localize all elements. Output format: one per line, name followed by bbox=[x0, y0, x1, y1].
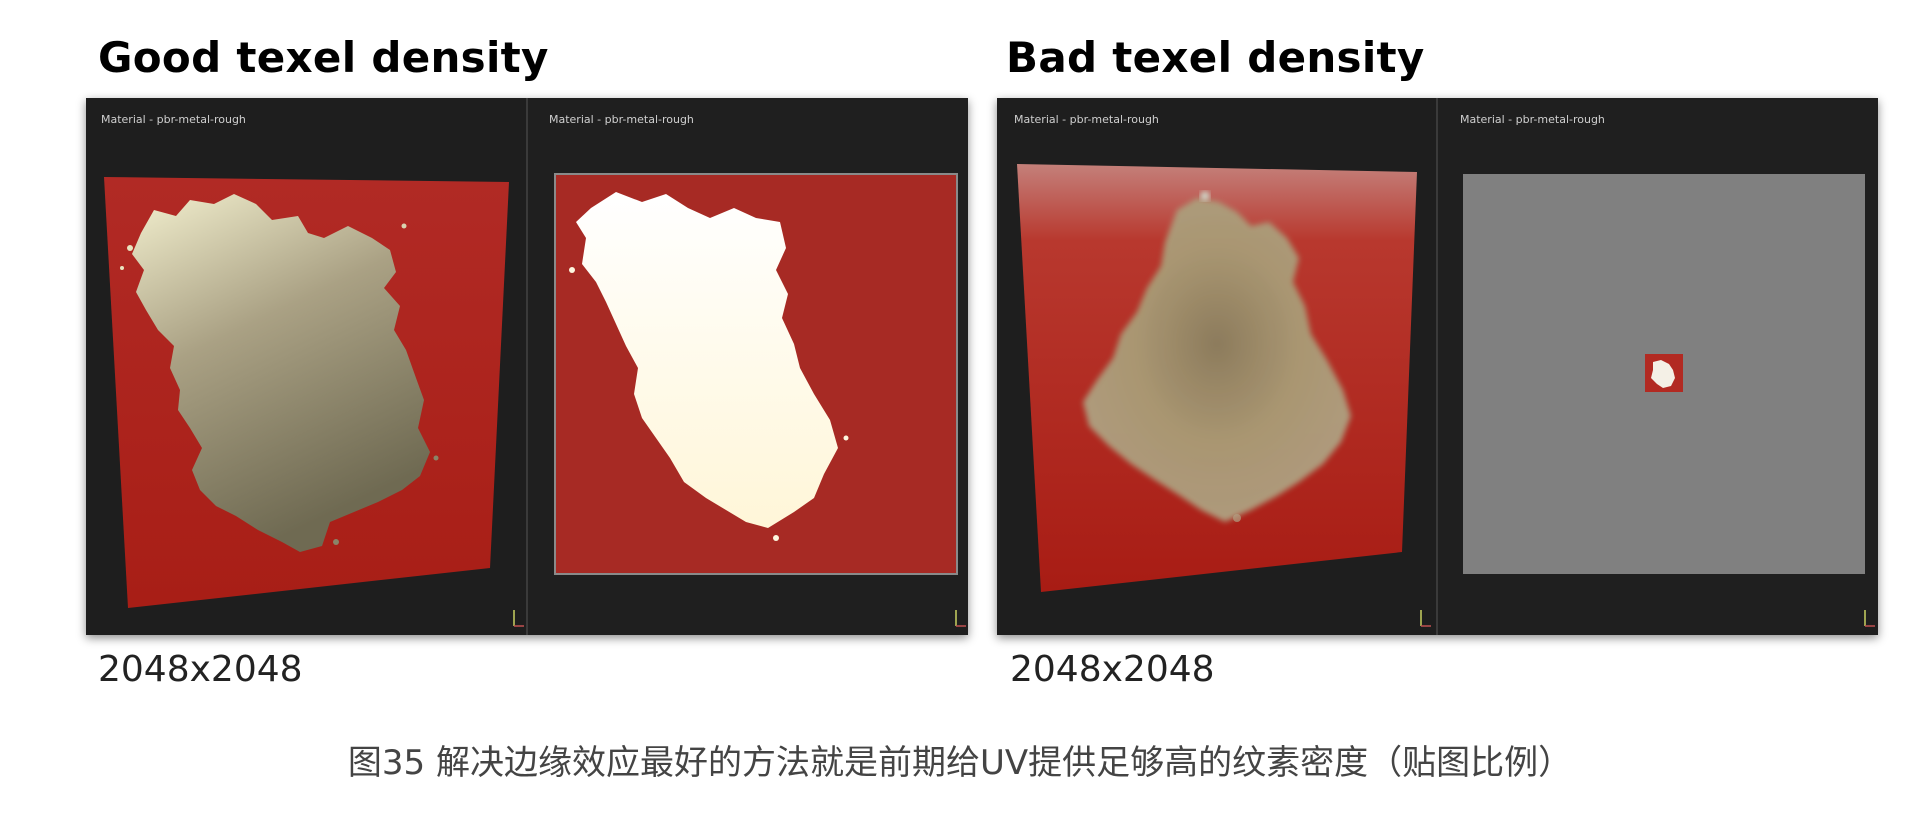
good-texel-resolution: 2048x2048 bbox=[98, 649, 303, 690]
viewport-label: Material - pbr-metal-rough bbox=[1014, 113, 1159, 126]
figure-caption: 图35 解决边缘效应最好的方法就是前期给UV提供足够高的纹素密度（贴图比例） bbox=[347, 743, 1573, 783]
bad-texel-resolution: 2048x2048 bbox=[1010, 649, 1215, 690]
good-texel-render bbox=[86, 98, 968, 635]
good-texel-title: Good texel density bbox=[98, 33, 549, 82]
bad-texel-title: Bad texel density bbox=[1006, 33, 1425, 82]
bad-texel-render bbox=[997, 98, 1878, 635]
viewport-label: Material - pbr-metal-rough bbox=[1460, 113, 1605, 126]
good-texel-panel: Material - pbr-metal-rough Material - pb… bbox=[86, 98, 968, 635]
viewport-label: Material - pbr-metal-rough bbox=[549, 113, 694, 126]
viewport-label: Material - pbr-metal-rough bbox=[101, 113, 246, 126]
bad-texel-panel: Material - pbr-metal-rough Material - pb… bbox=[997, 98, 1878, 635]
